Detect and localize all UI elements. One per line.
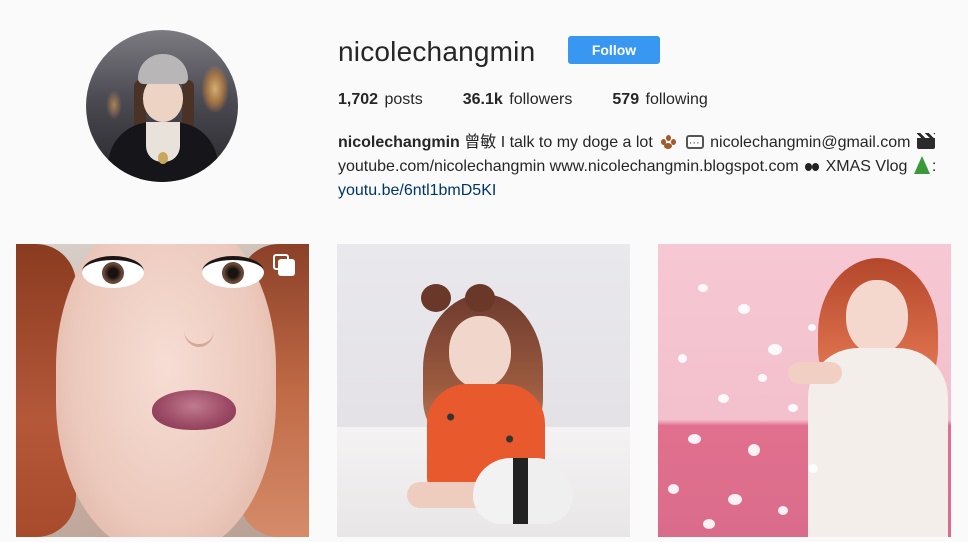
bio-line-2: youtube.com/nicolechangmin www.nicolecha… bbox=[338, 155, 948, 179]
post-face bbox=[56, 244, 276, 537]
post-confetti bbox=[778, 506, 788, 515]
post-confetti bbox=[808, 324, 816, 331]
bio-external-link[interactable]: youtu.be/6ntl1bmD5KI bbox=[338, 182, 496, 199]
profile-username: nicolechangmin bbox=[338, 36, 536, 67]
bio-line-1: nicolechangmin 曾敏 I talk to my doge a lo… bbox=[338, 131, 948, 155]
post-confetti bbox=[768, 344, 782, 355]
post-confetti bbox=[788, 404, 798, 412]
post-hands bbox=[788, 362, 842, 384]
multiple-images-icon bbox=[273, 254, 295, 276]
followers-label: followers bbox=[509, 91, 573, 108]
clapper-board-icon bbox=[916, 133, 935, 149]
following-count: 579 bbox=[612, 91, 640, 108]
post-nose bbox=[184, 314, 214, 347]
followers-stat[interactable]: 36.1k followers bbox=[463, 90, 573, 110]
christmas-tree-icon bbox=[913, 156, 930, 174]
post-thumbnail[interactable] bbox=[658, 244, 951, 537]
post-lips bbox=[152, 390, 236, 430]
post-thumbnail[interactable] bbox=[16, 244, 309, 537]
post-confetti bbox=[703, 519, 715, 529]
speech-bubble-icon bbox=[685, 131, 704, 155]
post-face bbox=[846, 280, 908, 354]
following-label: following bbox=[645, 91, 708, 108]
post-confetti bbox=[748, 444, 760, 456]
bio-vlog-text: XMAS Vlog bbox=[825, 158, 908, 175]
post-confetti bbox=[698, 284, 708, 292]
avatar-background-light bbox=[106, 90, 122, 120]
post-thumbnail[interactable] bbox=[337, 244, 630, 537]
bow-icon bbox=[805, 161, 820, 173]
profile-stats: 1,702 posts 36.1k followers 579 followin… bbox=[338, 90, 748, 110]
post-confetti bbox=[678, 354, 687, 363]
bio-text: 曾敏 I talk to my doge a lot bbox=[464, 134, 653, 151]
post-confetti bbox=[668, 484, 679, 494]
post-dog bbox=[473, 458, 573, 524]
bio-colon: : bbox=[931, 158, 937, 175]
posts-count: 1,702 bbox=[338, 91, 379, 108]
bio-line-3: youtu.be/6ntl1bmD5KI bbox=[338, 179, 948, 203]
post-eye bbox=[202, 256, 264, 288]
bio-email: nicolechangmin@gmail.com bbox=[710, 134, 911, 151]
followers-count: 36.1k bbox=[462, 91, 503, 108]
profile-bio: nicolechangmin 曾敏 I talk to my doge a lo… bbox=[338, 131, 948, 203]
post-face bbox=[449, 316, 511, 388]
post-confetti bbox=[728, 494, 742, 505]
post-confetti bbox=[738, 304, 750, 314]
post-confetti bbox=[688, 434, 701, 444]
post-confetti bbox=[808, 464, 818, 473]
post-confetti bbox=[718, 394, 729, 403]
post-confetti bbox=[758, 374, 767, 382]
follow-button[interactable]: Follow bbox=[568, 36, 660, 64]
post-eye bbox=[82, 256, 144, 288]
post-hair-bun bbox=[465, 284, 495, 312]
posts-stat: 1,702 posts bbox=[338, 90, 423, 110]
profile-page: nicolechangmin Follow 1,702 posts 36.1k … bbox=[0, 0, 968, 542]
bio-urls-text: youtube.com/nicolechangmin www.nicolecha… bbox=[338, 158, 799, 175]
avatar-background-light bbox=[202, 66, 228, 112]
paw-prints-icon bbox=[659, 133, 677, 149]
posts-label: posts bbox=[384, 91, 423, 108]
following-stat[interactable]: 579 following bbox=[612, 90, 707, 110]
avatar-hat bbox=[138, 54, 188, 84]
avatar-pendant bbox=[158, 152, 168, 164]
bio-full-name: nicolechangmin bbox=[338, 134, 460, 151]
post-hair-bun bbox=[421, 284, 451, 312]
profile-avatar[interactable] bbox=[86, 30, 238, 182]
